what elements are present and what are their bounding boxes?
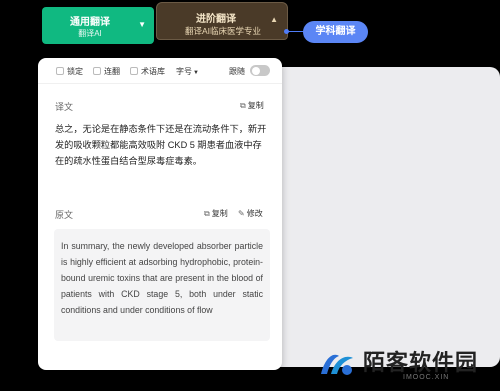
source-label: 原文 <box>55 210 74 220</box>
font-size-dropdown[interactable]: 字号▼ <box>176 66 199 78</box>
source-copy-button[interactable]: ⧉ 复制 <box>204 208 228 219</box>
general-translation-subtitle: 翻译AI <box>78 29 102 38</box>
terms-checkbox[interactable] <box>130 67 138 75</box>
terms-label: 术语库 <box>141 67 165 76</box>
font-size-label: 字号 <box>176 67 192 76</box>
connect-label: 连翻 <box>104 67 120 76</box>
connect-checkbox[interactable] <box>93 67 101 75</box>
general-translation-title: 通用翻译 <box>70 17 110 28</box>
translation-text: 总之，无论是在静态条件下还是在流动条件下，新开发的吸收颗粒都能高效吸附 CKD … <box>55 124 267 166</box>
lock-option[interactable]: 锁定 <box>56 66 83 78</box>
translation-copy-label: 复制 <box>247 101 264 110</box>
edit-icon: ✎ <box>238 209 245 218</box>
source-text: In summary, the newly developed absorber… <box>61 241 263 315</box>
advanced-translation-title: 进阶翻译 <box>196 14 236 25</box>
watermark-logo: 陌客软件园 IMOOC.XIN <box>305 342 495 388</box>
source-edit-label: 修改 <box>246 209 263 218</box>
panel-toolbar: 锁定 连翻 术语库 字号▼ 跟随 <box>38 58 282 84</box>
chevron-down-icon[interactable]: ▼ <box>138 20 146 29</box>
translation-panel: 锁定 连翻 术语库 字号▼ 跟随 译文 ⧉ 复制 总之，无论是在静态条件下还是在流… <box>38 58 282 370</box>
chevron-up-icon[interactable]: ▲ <box>270 15 278 24</box>
follow-label: 跟随 <box>229 67 245 76</box>
source-edit-button[interactable]: ✎ 修改 <box>238 208 263 219</box>
terms-option[interactable]: 术语库 <box>130 66 165 78</box>
lock-checkbox[interactable] <box>56 67 64 75</box>
lock-label: 锁定 <box>67 67 83 76</box>
copy-icon: ⧉ <box>240 101 246 110</box>
watermark-domain: IMOOC.XIN <box>403 374 450 381</box>
logo-mark-icon <box>321 354 353 375</box>
translation-copy-button[interactable]: ⧉ 复制 <box>240 100 264 111</box>
source-text-box: In summary, the newly developed absorber… <box>54 229 270 341</box>
copy-icon: ⧉ <box>204 209 210 218</box>
advanced-translation-subtitle: 翻译AI临床医学专业 <box>184 26 262 36</box>
connect-option[interactable]: 连翻 <box>93 66 120 78</box>
source-copy-label: 复制 <box>211 209 228 218</box>
translation-label: 译文 <box>55 102 74 112</box>
watermark-name: 陌客软件园 <box>363 351 479 376</box>
general-translation-button[interactable]: 通用翻译 翻译AI ▼ <box>42 7 154 44</box>
advanced-translation-button[interactable]: 进阶翻译 翻译AI临床医学专业 ▲ <box>156 2 288 40</box>
connector-dot <box>284 29 289 34</box>
chevron-down-icon: ▼ <box>193 70 199 76</box>
follow-toggle[interactable] <box>250 65 270 76</box>
toggle-knob <box>252 66 260 75</box>
subject-translation-button[interactable]: 学科翻译 <box>303 21 368 43</box>
